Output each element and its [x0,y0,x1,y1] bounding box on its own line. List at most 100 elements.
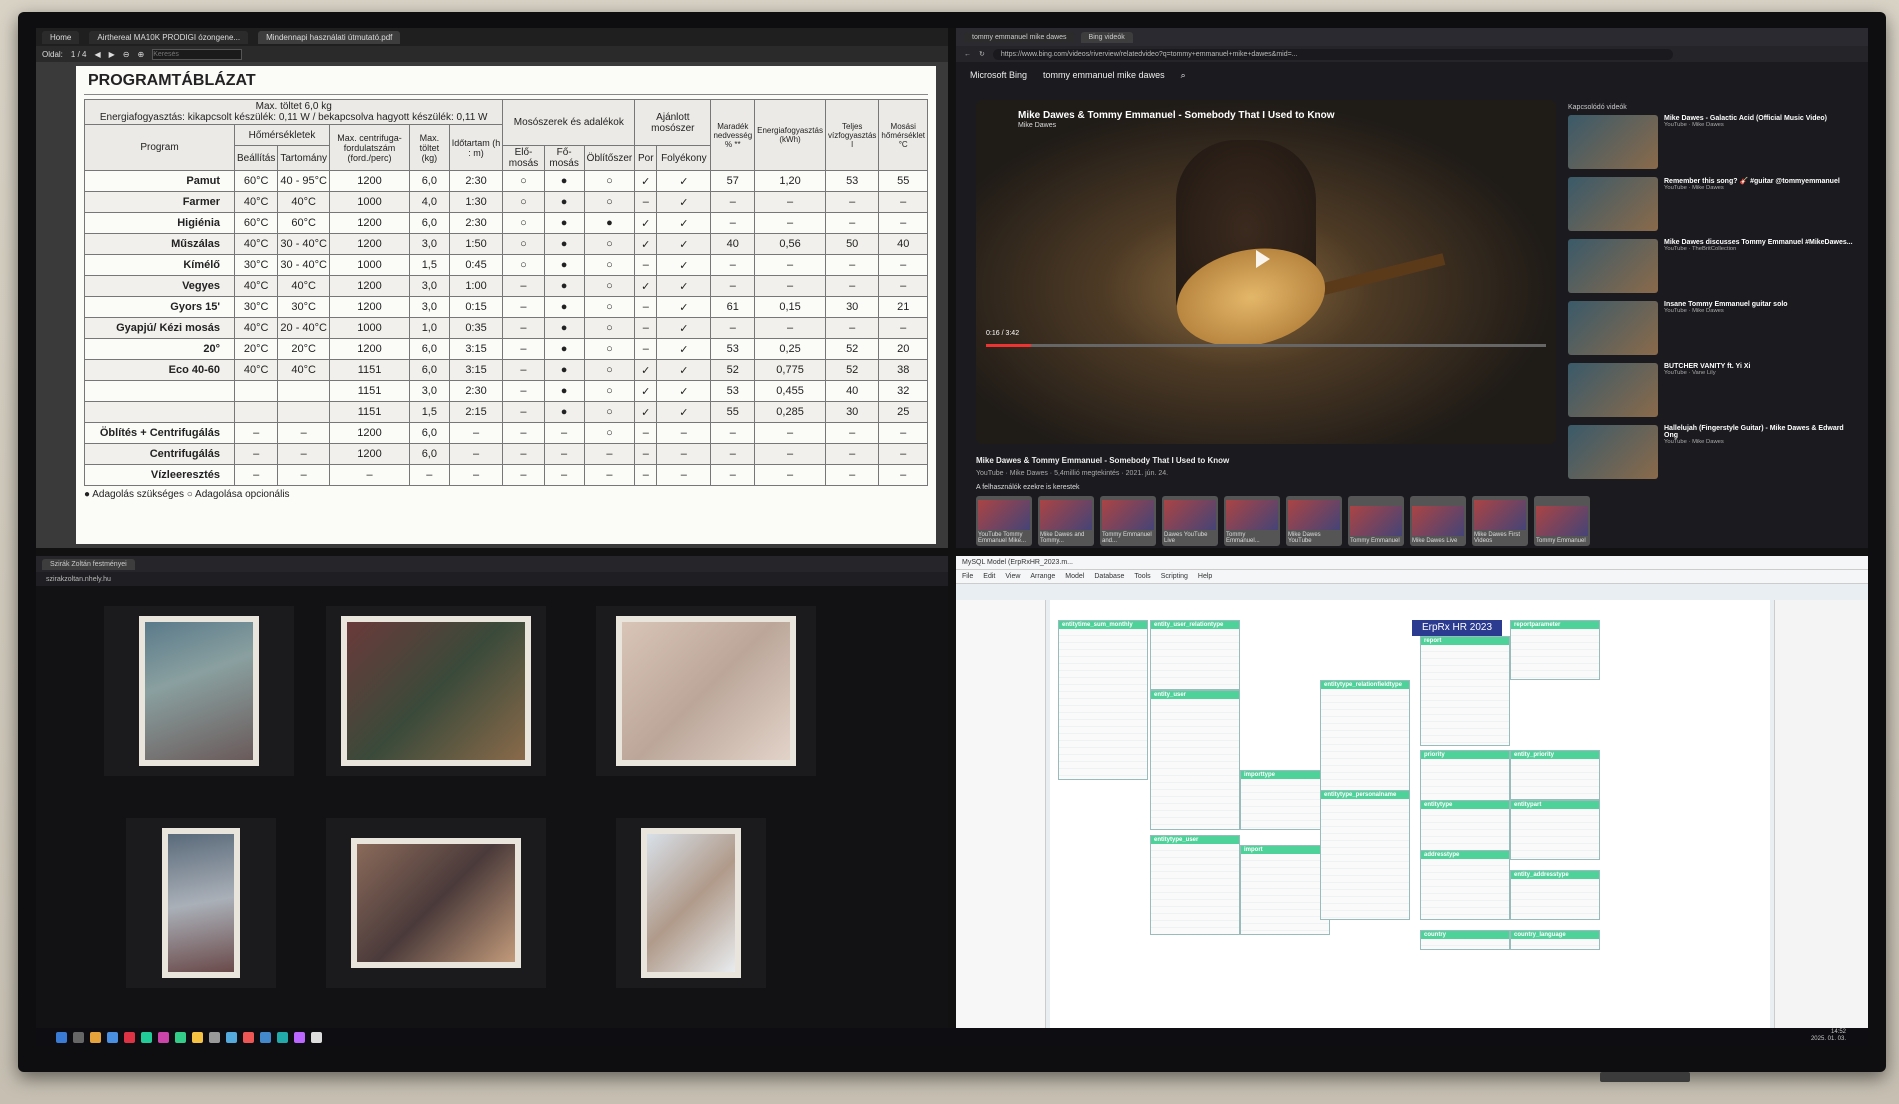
taskbar-app-icon[interactable] [260,1031,271,1043]
search-chip[interactable]: Tommy Emmanuel [1534,496,1590,546]
taskbar-app-icon[interactable] [124,1031,135,1043]
menu-item[interactable]: Scripting [1161,573,1188,580]
back-icon[interactable]: ← [964,51,971,58]
taskbar-app-icon[interactable] [209,1031,220,1043]
entity-title: entitytype_relationfieldtype [1321,681,1409,689]
zoom-in-icon[interactable]: ⊕ [138,50,145,59]
er-entity[interactable]: entity_user_relationtype [1150,620,1240,690]
search-chip[interactable]: Mike Dawes YouTube [1286,496,1342,546]
taskbar-app-icon[interactable] [311,1031,322,1043]
table-cell: 1000 [329,191,411,213]
page-number[interactable]: 1 / 4 [71,50,87,59]
table-cell: 1000 [329,317,411,339]
gallery-address[interactable]: szirakzoltan.nhely.hu [36,572,948,586]
er-entity[interactable]: entity_addresstype [1510,870,1600,920]
taskbar-app-icon[interactable] [158,1031,169,1043]
menu-item[interactable]: Edit [983,573,995,580]
chip-thumbnail [1040,500,1092,530]
er-diagram-canvas[interactable]: ErpRx HR 2023 entitytime_sum_monthly enti… [1050,600,1770,1040]
search-chip[interactable]: Mike Dawes and Tommy... [1038,496,1094,546]
search-chip[interactable]: Tommy Emmanuel and... [1100,496,1156,546]
er-entity[interactable]: entity_user [1150,690,1240,830]
prev-page-icon[interactable]: ◀ [94,50,100,59]
painting-5[interactable] [326,818,546,988]
menu-item[interactable]: Database [1094,573,1124,580]
related-video[interactable]: Insane Tommy Emmanuel guitar solo YouTube… [1568,301,1858,357]
er-entity[interactable]: country [1420,930,1510,950]
zoom-out-icon[interactable]: ⊖ [123,50,130,59]
tab-airthereal[interactable]: Airthereal MA10K PRODIGI ózongene... [89,30,249,44]
er-entity[interactable]: entitytime_sum_monthly [1058,620,1148,780]
menu-item[interactable]: Help [1198,573,1212,580]
program-name: Farmer [84,191,235,213]
video-progress-bar[interactable] [986,344,1546,347]
system-clock[interactable]: 14:52 2025. 01. 03. [1811,1029,1846,1043]
menu-item[interactable]: File [962,573,973,580]
search-chip[interactable]: Mike Dawes Live [1410,496,1466,546]
painting-3[interactable] [596,606,816,776]
er-entity[interactable]: import [1240,845,1330,935]
painting-2[interactable] [326,606,546,776]
menu-item[interactable]: View [1005,573,1020,580]
table-cell: – [329,464,411,486]
tab-manual-pdf[interactable]: Mindennapi használati útmutató.pdf [258,30,401,44]
taskbar-app-icon[interactable] [294,1031,305,1043]
table-cell: ● [543,380,585,402]
url-field[interactable]: https://www.bing.com/videos/riverview/re… [992,48,1673,60]
bing-logo[interactable]: Microsoft Bing [970,70,1027,80]
chip-thumbnail [1350,506,1402,536]
tab-bing-videos[interactable]: Bing videók [1080,31,1133,43]
play-icon[interactable] [1256,250,1270,268]
search-chip[interactable]: Tommy Emmanuel [1348,496,1404,546]
search-chip[interactable]: YouTube Tommy Emmanuel Mike... [976,496,1032,546]
menu-item[interactable]: Model [1065,573,1084,580]
tab-home[interactable]: Home [42,30,80,44]
taskbar-app-icon[interactable] [277,1031,288,1043]
er-entity[interactable]: importtype [1240,770,1330,830]
painting-6[interactable] [616,818,766,988]
table-cell: ✓ [656,254,712,276]
taskbar-app-icon[interactable] [192,1031,203,1043]
next-page-icon[interactable]: ▶ [109,50,115,59]
painting-4[interactable] [126,818,276,988]
taskbar-app-icon[interactable] [73,1031,84,1043]
taskbar-app-icon[interactable] [226,1031,237,1043]
taskbar-app-icon[interactable] [243,1031,254,1043]
painting-1[interactable] [104,606,294,776]
search-chip[interactable]: Tommy Emmanuel... [1224,496,1280,546]
related-video[interactable]: Mike Dawes - Galactic Acid (Official Mus… [1568,115,1858,171]
er-entity[interactable]: entitypart [1510,800,1600,860]
search-chip[interactable]: Mike Dawes First Videos [1472,496,1528,546]
er-entity[interactable]: entitytype_personalname [1320,790,1410,920]
menu-item[interactable]: Arrange [1030,573,1055,580]
taskbar-app-icon[interactable] [90,1031,101,1043]
video-player[interactable]: Mike Dawes & Tommy Emmanuel - Somebody T… [976,100,1556,444]
taskbar-app-icon[interactable] [107,1031,118,1043]
taskbar-app-icon[interactable] [141,1031,152,1043]
related-video[interactable]: BUTCHER VANITY ft. Yi Xi YouTube · Vane L… [1568,363,1858,419]
search-icon[interactable]: ⌕ [1181,70,1186,81]
bing-query[interactable]: tommy emmanuel mike dawes [1043,70,1165,80]
tab-search[interactable]: tommy emmanuel mike dawes [964,31,1075,43]
er-entity[interactable]: country_language [1510,930,1600,950]
related-video[interactable]: Mike Dawes discusses Tommy Emmanuel #Mik… [1568,239,1858,295]
er-entity[interactable]: addresstype [1420,850,1510,920]
info-title[interactable]: Mike Dawes & Tommy Emmanuel - Somebody T… [976,456,1229,465]
table-cell: – [824,443,880,465]
search-chip[interactable]: Dawes YouTube Live [1162,496,1218,546]
page-title: PROGRAMTÁBLÁZAT [84,70,928,95]
er-entity[interactable]: report [1420,636,1510,746]
related-video[interactable]: Remember this song? 🎸 #guitar @tommyemma… [1568,177,1858,233]
tab-gallery[interactable]: Szirák Zoltán festményei [42,558,135,570]
diagram-banner: ErpRx HR 2023 [1412,620,1502,636]
er-entity[interactable]: entity_priority [1510,750,1600,800]
program-name [84,401,235,423]
related-video[interactable]: Hallelujah (Fingerstyle Guitar) - Mike D… [1568,425,1858,481]
er-entity[interactable]: entitytype_user [1150,835,1240,935]
pdf-search-input[interactable] [152,48,243,60]
taskbar-app-icon[interactable] [175,1031,186,1043]
menu-item[interactable]: Tools [1134,573,1150,580]
refresh-icon[interactable]: ↻ [979,50,985,58]
er-entity[interactable]: reportparameter [1510,620,1600,680]
taskbar-app-icon[interactable] [56,1031,67,1043]
